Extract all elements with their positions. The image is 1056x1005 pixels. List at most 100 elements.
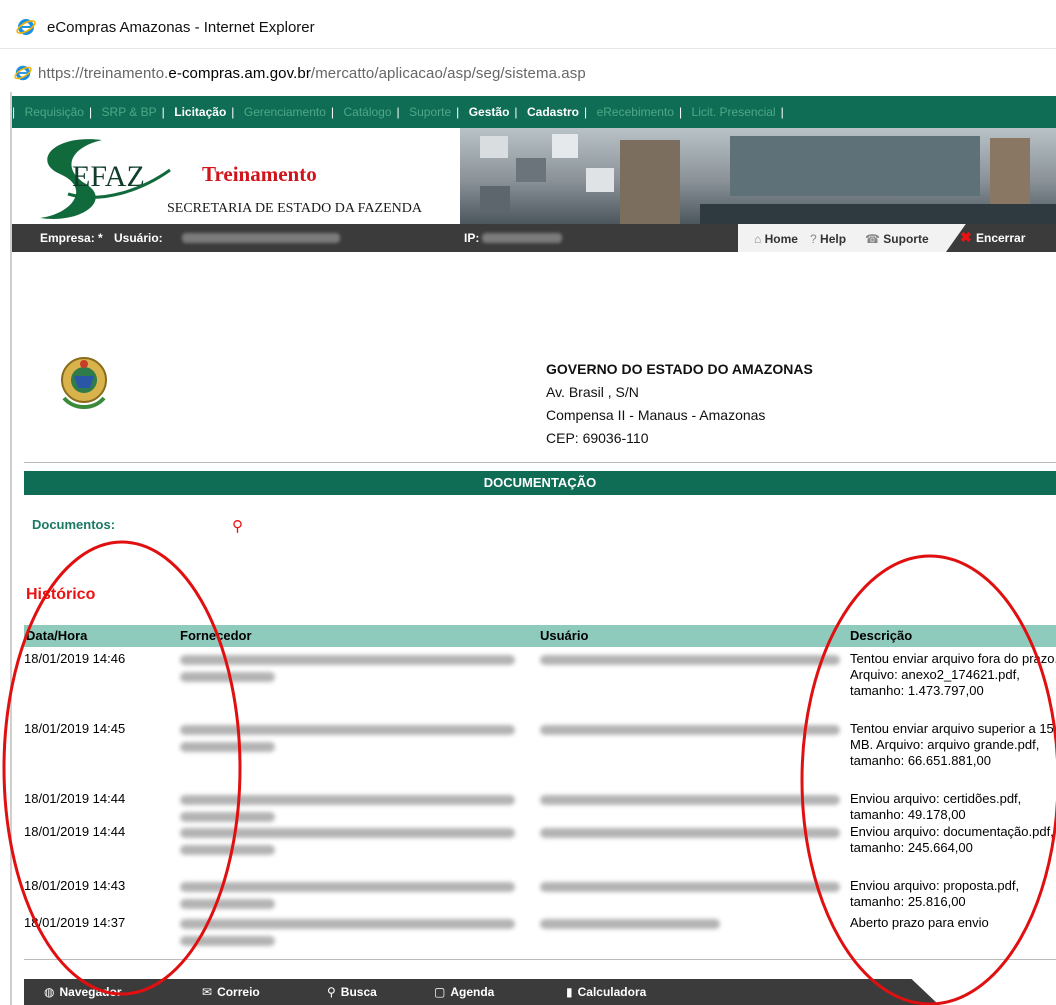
agenda-button[interactable]: ▢ Agenda [434, 985, 494, 999]
header-banner: EFAZ Treinamento SECRETARIA DE ESTADO DA… [12, 128, 1056, 224]
table-row: 18/01/2019 14:46 Tentou enviar arquivo f… [24, 651, 1056, 717]
row-descricao: Aberto prazo para envio [850, 915, 989, 930]
section-title: DOCUMENTAÇÃO [24, 471, 1056, 495]
gov-name: GOVERNO DO ESTADO DO AMAZONAS [546, 361, 813, 377]
government-address: GOVERNO DO ESTADO DO AMAZONAS Av. Brasil… [546, 358, 813, 450]
history-table-header: Data/Hora Fornecedor Usuário Descrição [24, 625, 1056, 647]
ie-page-icon [14, 65, 32, 81]
address-url[interactable]: https://treinamento.e-compras.am.gov.br/… [38, 65, 586, 82]
row-datahora: 18/01/2019 14:44 [24, 791, 126, 806]
mail-icon: ✉ [202, 985, 213, 999]
row-usuario-redacted [540, 655, 840, 665]
row-fornecedor-redacted-2 [180, 845, 275, 855]
nav-item-suporte[interactable]: Suporte [404, 96, 456, 128]
row-usuario-redacted [540, 919, 720, 929]
calendar-icon: ▢ [434, 985, 446, 999]
col-fornecedor: Fornecedor [180, 628, 252, 643]
row-fornecedor-redacted [180, 828, 515, 838]
row-descricao: Enviou arquivo: documentação.pdf, tamanh… [850, 824, 1054, 855]
col-usuario: Usuário [540, 628, 589, 643]
row-descricao: Enviou arquivo: certidões.pdf, tamanho: … [850, 791, 1022, 822]
row-datahora: 18/01/2019 14:37 [24, 915, 126, 930]
historico-title: Histórico [26, 586, 96, 603]
row-datahora: 18/01/2019 14:43 [24, 878, 126, 893]
banner-title: Treinamento [202, 162, 317, 186]
row-fornecedor-redacted [180, 882, 515, 892]
col-descricao: Descrição [850, 628, 913, 643]
row-fornecedor-redacted [180, 725, 515, 735]
search-icon: ⚲ [327, 985, 336, 999]
paperclip-icon[interactable]: ⚲ [232, 517, 243, 535]
nav-item-erecebimento[interactable]: eRecebimento [592, 96, 679, 128]
row-datahora: 18/01/2019 14:45 [24, 721, 126, 736]
home-link[interactable]: ⌂ Home [754, 232, 798, 246]
nav-item-srp-bp[interactable]: SRP & BP [97, 96, 162, 128]
navegador-button[interactable]: ◍ Navegador [44, 985, 122, 999]
row-fornecedor-redacted [180, 655, 515, 665]
address-bar[interactable]: https://treinamento.e-compras.am.gov.br/… [0, 58, 1056, 88]
row-fornecedor-redacted [180, 919, 515, 929]
gov-street: Av. Brasil , S/N [546, 384, 639, 400]
user-bar: Empresa: * Usuário: IP: ⌂ Home ? Help ☎ … [12, 224, 1056, 252]
nav-item-cadastro[interactable]: Cadastro [522, 96, 584, 128]
row-descricao: Enviou arquivo: proposta.pdf, tamanho: 2… [850, 878, 1020, 909]
nav-item-licitacao[interactable]: Licitação [169, 96, 231, 128]
nav-item-catalogo[interactable]: Catálogo [338, 96, 396, 128]
top-nav: | Requisição | SRP & BP | Licitação | Geren… [12, 96, 1056, 128]
row-descricao: Tentou enviar arquivo fora do prazo. Arq… [850, 651, 1056, 698]
ie-logo-icon [16, 19, 36, 35]
coat-of-arms-icon [61, 357, 107, 409]
documentos-label: Documentos: [32, 517, 116, 532]
row-usuario-redacted [540, 828, 840, 838]
table-row: 18/01/2019 14:43 Enviou arquivo: propost… [24, 878, 1056, 912]
usuario-value-redacted [182, 233, 340, 243]
building-photo [460, 128, 1056, 224]
window-title: eCompras Amazonas - Internet Explorer [47, 19, 315, 36]
calculadora-button[interactable]: ▮ Calculadora [566, 985, 646, 999]
divider [24, 462, 1056, 463]
nav-item-gestao[interactable]: Gestão [464, 96, 515, 128]
help-icon: ? [810, 232, 817, 246]
table-row: 18/01/2019 14:37 Aberto prazo para envio [24, 915, 1056, 949]
row-usuario-redacted [540, 795, 840, 805]
empresa-label: Empresa: * [40, 231, 103, 245]
close-icon: ✖ [960, 229, 972, 245]
gov-district: Compensa II - Manaus - Amazonas [546, 407, 766, 423]
row-datahora: 18/01/2019 14:46 [24, 651, 126, 666]
table-row: 18/01/2019 14:44 Enviou arquivo: documen… [24, 824, 1056, 876]
nav-item-requisicao[interactable]: Requisição [20, 96, 89, 128]
col-datahora: Data/Hora [26, 628, 88, 643]
table-row: 18/01/2019 14:44 Enviou arquivo: certidõ… [24, 791, 1056, 825]
nav-item-licit-presencial[interactable]: Licit. Presencial [687, 96, 781, 128]
row-datahora: 18/01/2019 14:44 [24, 824, 126, 839]
calculator-icon: ▮ [566, 985, 573, 999]
nav-item-gerenciamento[interactable]: Gerenciamento [239, 96, 331, 128]
row-fornecedor-redacted-2 [180, 742, 275, 752]
bottom-toolbar: ◍ Navegador ✉ Correio ⚲ Busca ▢ Agenda ▮ Calc… [24, 979, 939, 1005]
row-fornecedor-redacted-2 [180, 672, 275, 682]
row-fornecedor-redacted-2 [180, 936, 275, 946]
home-icon: ⌂ [754, 232, 762, 246]
ip-value-redacted [482, 233, 562, 243]
divider [24, 959, 1056, 960]
suporte-link[interactable]: ☎ Suporte [865, 232, 929, 246]
usuario-label: Usuário: [114, 231, 163, 245]
row-fornecedor-redacted [180, 795, 515, 805]
window-titlebar: eCompras Amazonas - Internet Explorer [0, 0, 1056, 49]
correio-button[interactable]: ✉ Correio [202, 985, 260, 999]
row-fornecedor-redacted-2 [180, 899, 275, 909]
banner-subtitle: SECRETARIA DE ESTADO DA FAZENDA [167, 201, 422, 216]
table-row: 18/01/2019 14:45 Tentou enviar arquivo s… [24, 721, 1056, 787]
encerrar-label: Encerrar [976, 231, 1026, 245]
row-usuario-redacted [540, 725, 840, 735]
busca-button[interactable]: ⚲ Busca [327, 985, 377, 999]
ip-label: IP: [464, 231, 480, 245]
help-link[interactable]: ? Help [810, 232, 846, 246]
sefaz-logo: EFAZ [40, 139, 171, 219]
gov-cep: CEP: 69036-110 [546, 430, 649, 446]
row-usuario-redacted [540, 882, 840, 892]
phone-icon: ☎ [865, 232, 880, 246]
globe-icon: ◍ [44, 985, 55, 999]
row-fornecedor-redacted-2 [180, 812, 275, 822]
row-descricao: Tentou enviar arquivo superior a 15 MB. … [850, 721, 1054, 768]
